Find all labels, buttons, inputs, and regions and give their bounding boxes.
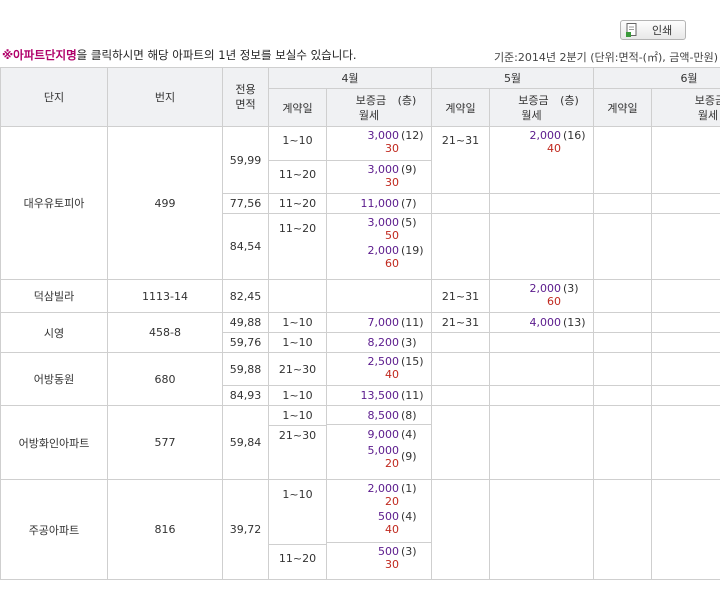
complex-name-link[interactable]: 시영 bbox=[0, 312, 108, 353]
area-value: 49,88 bbox=[222, 312, 269, 333]
contract-day: 11~20 bbox=[268, 193, 327, 214]
lot-number: 680 bbox=[107, 352, 223, 406]
instruction-note: ※아파트단지명을 클릭하시면 해당 아파트의 1년 정보를 보실수 있습니다. bbox=[2, 48, 357, 62]
lot-number: 458-8 bbox=[107, 312, 223, 353]
deposit-cell: 8,500 (8) 9,000 (4) 5,000 20 (9) bbox=[326, 405, 432, 480]
header-complex: 단지 bbox=[0, 67, 108, 127]
contract-day: 1~10 11~20 bbox=[268, 479, 327, 580]
deposit-cell: 2,000 60 (3) bbox=[489, 279, 594, 313]
area-value: 77,56 bbox=[222, 193, 269, 214]
deposit-cell: 8,200 (3) bbox=[326, 332, 432, 353]
table-row: 대우유토피아 499 59,99 1~10 11~20 3,000 30 (12) … bbox=[0, 126, 720, 280]
area-value: 84,54 bbox=[222, 213, 269, 280]
basis-info: 기준:2014년 2분기 (단위:면적-(㎡), 금액-만원) bbox=[493, 51, 718, 64]
area-value: 39,72 bbox=[222, 479, 269, 580]
header-lot: 번지 bbox=[107, 67, 223, 127]
deposit-cell: 2,000 40 (16) bbox=[489, 126, 594, 194]
contract-day: 21~31 bbox=[431, 312, 490, 333]
print-label: 인쇄 bbox=[652, 24, 673, 37]
area-value: 59,88 bbox=[222, 352, 269, 386]
header-deposit: 보증금 (층)월세 bbox=[489, 88, 594, 127]
header-contract-day: 계약일 bbox=[268, 88, 327, 127]
area-value: 59,84 bbox=[222, 405, 269, 480]
table-row: 어방화인아파트 577 59,84 1~10 21~30 8,500 (8) 9,… bbox=[0, 405, 720, 480]
trade-table: 단지 번지 전용 면적 4월 5월 6월 계약일 보증금 (층) 월세 계약일 보증… bbox=[0, 67, 720, 580]
table-row: 주공아파트 816 39,72 1~10 11~20 2,000 20 (1) 50… bbox=[0, 479, 720, 580]
table-row: 시영 458-8 49,88 1~10 7,000 (11) 21~31 4,00… bbox=[0, 312, 720, 353]
complex-name-link[interactable]: 어방동원 bbox=[0, 352, 108, 406]
print-button[interactable]: 인쇄 bbox=[620, 20, 686, 40]
area-value: 59,99 bbox=[222, 126, 269, 194]
header-area: 전용 면적 bbox=[222, 67, 269, 127]
table-row: 어방동원 680 59,88 21~30 2,500 40 (15) bbox=[0, 352, 720, 406]
contract-day: 1~10 bbox=[268, 312, 327, 333]
deposit-cell: 2,500 40 (15) bbox=[326, 352, 432, 386]
print-icon bbox=[626, 23, 638, 37]
contract-day: 11~20 bbox=[268, 213, 327, 280]
area-value: 59,76 bbox=[222, 332, 269, 353]
header-month-6: 6월 bbox=[593, 67, 720, 89]
lot-number: 816 bbox=[107, 479, 223, 580]
area-value: 84,93 bbox=[222, 385, 269, 406]
lot-number: 1113-14 bbox=[107, 279, 223, 313]
trade-table-container: 단지 번지 전용 면적 4월 5월 6월 계약일 보증금 (층) 월세 계약일 보증… bbox=[0, 67, 720, 590]
contract-day: 1~10 11~20 bbox=[268, 126, 327, 194]
contract-day: 1~10 21~30 bbox=[268, 405, 327, 480]
deposit-cell: 3,000 50 (5) 2,000 60 (19) bbox=[326, 213, 432, 280]
deposit-cell: 7,000 (11) bbox=[326, 312, 432, 333]
complex-name-link[interactable]: 덕삼빌라 bbox=[0, 279, 108, 313]
contract-day: 21~31 bbox=[431, 126, 490, 194]
header-month-5: 5월 bbox=[431, 67, 594, 89]
area-value: 82,45 bbox=[222, 279, 269, 313]
header-month-4: 4월 bbox=[268, 67, 432, 89]
complex-name-link[interactable]: 어방화인아파트 bbox=[0, 405, 108, 480]
header-contract-day: 계약일 bbox=[431, 88, 490, 127]
contract-day: 1~10 bbox=[268, 332, 327, 353]
complex-name-link[interactable]: 주공아파트 bbox=[0, 479, 108, 580]
header-contract-day: 계약일 bbox=[593, 88, 652, 127]
header-deposit: 보증금 (층)월세 bbox=[651, 88, 720, 127]
contract-day: 21~30 bbox=[268, 352, 327, 386]
complex-name-link[interactable]: 대우유토피아 bbox=[0, 126, 108, 280]
header-deposit: 보증금 (층)월세 bbox=[326, 88, 432, 127]
deposit-cell: 4,000 (13) bbox=[489, 312, 594, 333]
deposit-cell: 3,000 30 (12) 3,000 30 (9) bbox=[326, 126, 432, 194]
lot-number: 577 bbox=[107, 405, 223, 480]
deposit-cell: 13,500 (11) bbox=[326, 385, 432, 406]
contract-day: 21~31 bbox=[431, 279, 490, 313]
table-row: 덕삼빌라 1113-14 82,45 21~31 2,000 60 (3) bbox=[0, 279, 720, 313]
contract-day: 1~10 bbox=[268, 385, 327, 406]
deposit-cell: 11,000 (7) bbox=[326, 193, 432, 214]
lot-number: 499 bbox=[107, 126, 223, 280]
deposit-cell: 2,000 20 (1) 500 40 (4) 500 30 (3) bbox=[326, 479, 432, 580]
